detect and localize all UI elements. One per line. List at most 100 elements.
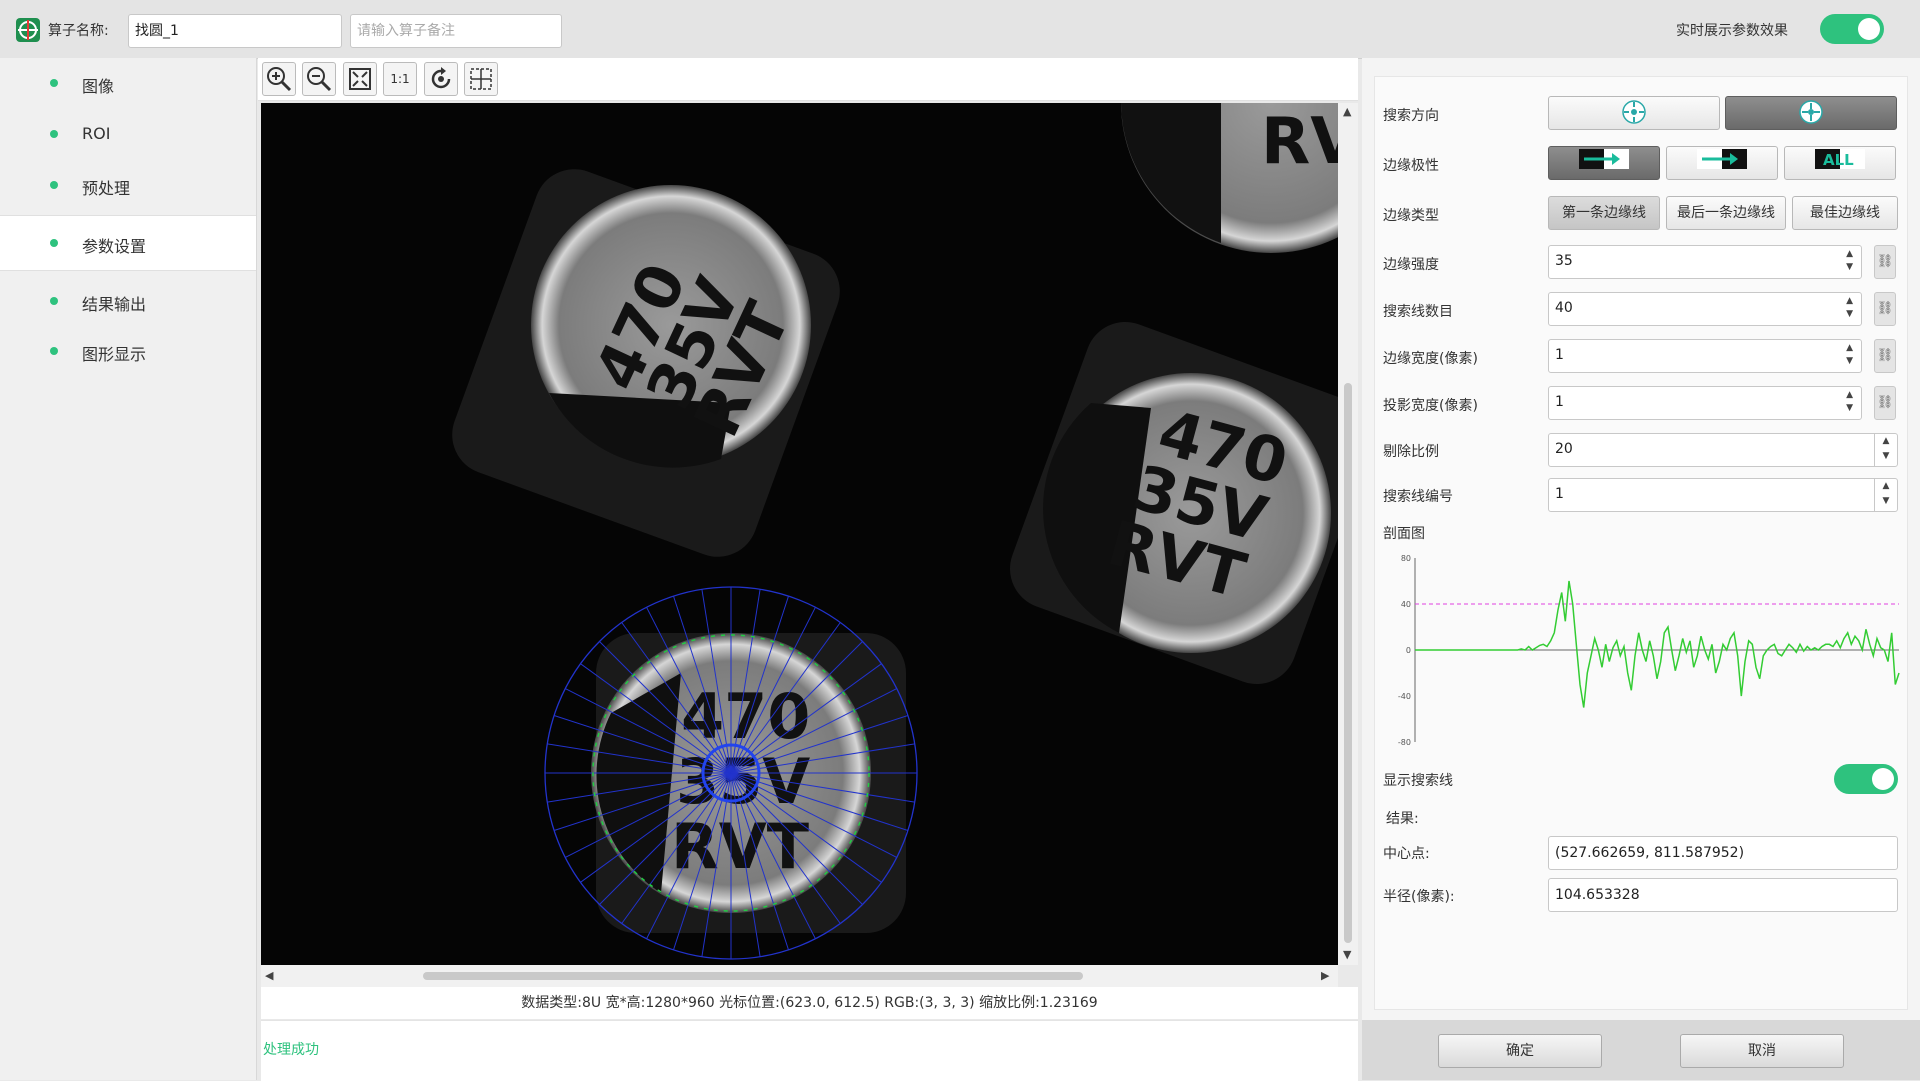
log-area: 处理成功 [261,1020,1358,1081]
sidebar-item-label: 图形显示 [82,345,147,364]
search-lines-overlay [545,587,917,959]
polarity-light-to-dark-icon [1697,149,1747,169]
edge-polarity-label: 边缘极性 [1383,158,1439,174]
app-logo-icon [16,18,40,42]
scroll-right-icon[interactable]: ▶ [1321,969,1329,982]
actual-size-icon[interactable]: 1:1 [383,62,417,96]
vertical-scrollbar[interactable]: ▲ ▼ [1338,103,1358,965]
direction-outward-icon [1799,100,1823,124]
edge-strength-value: 35 [1555,253,1573,269]
search-line-index-stepper[interactable]: 1 ▲ ▼ [1548,478,1898,512]
operator-name-label: 算子名称: [48,23,109,39]
zoom-out-icon[interactable] [302,62,336,96]
bullet-icon [50,79,58,87]
stepper-arrows-icon[interactable]: ▲ ▼ [1846,389,1853,415]
capacitor-target: 470 35V RVT [544,586,918,960]
viewer-toolbar: 1:1 [258,58,1358,101]
profile-series-line [1415,580,1900,708]
search-direction-label: 搜索方向 [1383,108,1439,124]
sidebar-item-image[interactable]: 图像 [0,58,256,108]
link-icon[interactable]: ⛓ [1874,292,1896,326]
reject-ratio-stepper[interactable]: 20 ▲ ▼ [1548,433,1898,467]
sidebar-item-preprocess[interactable]: 预处理 [0,160,256,210]
projection-width-stepper[interactable]: 1 ▲ ▼ [1548,386,1862,420]
center-point-label: 中心点: [1383,846,1430,862]
center-point-field: (527.662659, 811.587952) [1548,836,1898,870]
edge-type-first-button[interactable]: 第一条边缘线 [1548,196,1660,230]
stepper-arrows-icon[interactable]: ▲ ▼ [1874,434,1897,466]
search-line-count-label: 搜索线数目 [1383,304,1453,320]
search-direction-inward-button[interactable] [1548,96,1720,130]
image-canvas[interactable]: RVT 470 35V RVT 470 35V RVT [261,103,1338,965]
rotate-icon[interactable] [424,62,458,96]
edge-strength-label: 边缘强度 [1383,257,1439,273]
ok-button[interactable]: 确定 [1438,1034,1602,1068]
stepper-arrows-icon[interactable]: ▲ ▼ [1846,295,1853,321]
search-line-count-value: 40 [1555,300,1573,316]
cancel-button[interactable]: 取消 [1680,1034,1844,1068]
edge-type-last-button[interactable]: 最后一条边缘线 [1666,196,1786,230]
horizontal-scrollbar[interactable]: ◀ ▶ [261,965,1338,987]
cap-label: RVT [1261,105,1338,179]
profile-chart: 80 40 0 -40 -80 [1398,554,1900,747]
toggle-knob [1872,768,1894,790]
search-direction-outward-button[interactable] [1725,96,1897,130]
capacitor-top-right: RVT [1121,103,1338,253]
reject-ratio-label: 剔除比例 [1383,444,1439,460]
capacitor-upper-left: 470 35V RVT [452,169,840,557]
polarity-light-to-dark-button[interactable] [1666,146,1778,180]
scroll-thumb[interactable] [423,972,1083,980]
direction-inward-icon [1622,100,1646,124]
operator-name-input[interactable]: 找圆_1 [128,14,342,48]
sidebar-item-label: 结果输出 [82,295,147,314]
polarity-dark-to-light-icon [1579,149,1629,169]
toggle-knob [1858,18,1880,40]
radius-label: 半径(像素): [1383,889,1455,905]
radius-field: 104.653328 [1548,878,1898,912]
crosshair-icon[interactable] [464,62,498,96]
sidebar-item-roi[interactable]: ROI [0,109,256,159]
sidebar-item-graphics-display[interactable]: 图形显示 [0,326,256,376]
scroll-up-icon[interactable]: ▲ [1343,105,1351,118]
edge-type-label: 边缘类型 [1383,208,1439,224]
y-tick-label: 40 [1401,600,1411,609]
link-icon[interactable]: ⛓ [1874,245,1896,279]
sidebar-item-label: 图像 [82,77,115,96]
link-icon[interactable]: ⛓ [1874,339,1896,373]
polarity-dark-to-light-button[interactable] [1548,146,1660,180]
capacitor-right: 470 35V RVT [1010,322,1338,684]
search-line-count-stepper[interactable]: 40 ▲ ▼ [1548,292,1862,326]
link-icon[interactable]: ⛓ [1874,386,1896,420]
polarity-all-button[interactable]: ALL [1784,146,1896,180]
y-tick-label: 80 [1401,554,1411,563]
stepper-arrows-icon[interactable]: ▲ ▼ [1874,479,1897,511]
edge-strength-stepper[interactable]: 35 ▲ ▼ [1548,245,1862,279]
stepper-arrows-icon[interactable]: ▲ ▼ [1846,342,1853,368]
show-search-lines-toggle[interactable] [1834,764,1898,794]
stepper-arrows-icon[interactable]: ▲ ▼ [1846,248,1853,274]
polarity-all-icon: ALL [1815,149,1865,169]
realtime-preview-toggle[interactable] [1820,14,1884,44]
search-line-index-label: 搜索线编号 [1383,489,1453,505]
sidebar-item-label: 预处理 [82,179,131,198]
projection-width-value: 1 [1555,394,1564,410]
bullet-icon [50,181,58,189]
fit-screen-icon[interactable] [343,62,377,96]
scroll-down-icon[interactable]: ▼ [1343,948,1351,961]
sidebar-item-label: 参数设置 [82,237,147,256]
edge-width-stepper[interactable]: 1 ▲ ▼ [1548,339,1862,373]
scroll-thumb[interactable] [1344,383,1352,943]
edge-type-best-button[interactable]: 最佳边缘线 [1792,196,1898,230]
sidebar: 图像 ROI 预处理 参数设置 结果输出 图形显示 [0,58,257,1080]
reject-ratio-value: 20 [1555,441,1573,457]
polarity-all-label: ALL [1823,151,1854,169]
profile-chart-label: 剖面图 [1383,526,1425,542]
zoom-in-icon[interactable] [262,62,296,96]
operator-remark-input[interactable]: 请输入算子备注 [350,14,562,48]
scroll-left-icon[interactable]: ◀ [265,969,273,982]
sidebar-item-result-output[interactable]: 结果输出 [0,276,256,326]
bullet-icon [50,347,58,355]
sidebar-item-parameters[interactable]: 参数设置 [0,215,256,271]
projection-width-label: 投影宽度(像素) [1383,398,1478,414]
y-tick-label: -40 [1398,692,1411,701]
